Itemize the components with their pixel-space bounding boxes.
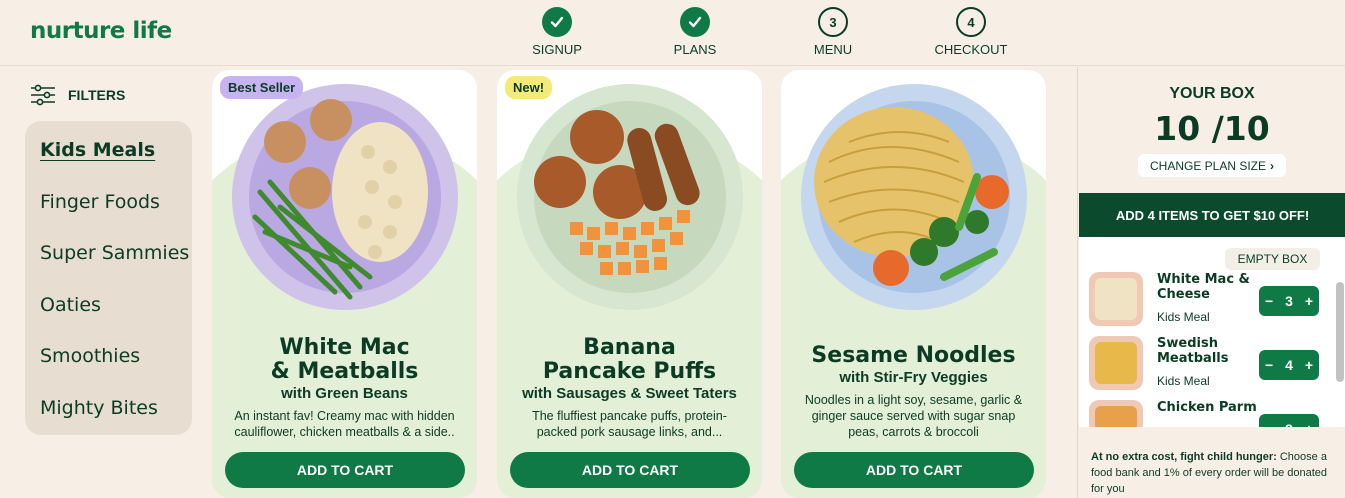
item-quantity: 4 xyxy=(1285,357,1293,373)
step-label: SIGNUP xyxy=(532,42,582,57)
quantity-stepper[interactable]: − 3 + xyxy=(1259,414,1319,427)
item-name: Swedish Meatballs xyxy=(1157,336,1229,366)
add-to-cart-button[interactable]: ADD TO CART xyxy=(225,452,465,488)
minus-icon[interactable]: − xyxy=(1265,293,1273,309)
category-finger-foods[interactable]: Finger Foods xyxy=(40,191,160,213)
filters-button[interactable]: FILTERS xyxy=(30,84,125,106)
top-header: nurture life SIGNUP PLANS 3 MENU 4 CHECK… xyxy=(0,0,1345,66)
box-item: Swedish Meatballs Kids Meal − 4 + xyxy=(1089,336,1339,396)
item-name: White Mac & Cheese xyxy=(1157,272,1250,302)
sliders-icon xyxy=(31,84,55,106)
quantity-stepper[interactable]: − 3 + xyxy=(1259,286,1319,316)
add-to-cart-button[interactable]: ADD TO CART xyxy=(510,452,750,488)
scrollbar-thumb[interactable] xyxy=(1336,282,1344,382)
box-item: White Mac & Cheese Kids Meal − 3 + xyxy=(1089,272,1339,332)
checkmark-icon xyxy=(542,7,572,37)
category-oaties[interactable]: Oaties xyxy=(40,294,101,316)
category-kids-meals[interactable]: Kids Meals xyxy=(40,139,155,161)
meal-image xyxy=(517,84,743,310)
promo-banner: ADD 4 ITEMS TO GET $10 OFF! xyxy=(1079,193,1345,237)
plus-icon[interactable]: + xyxy=(1305,357,1313,373)
box-items-list[interactable]: EMPTY BOX White Mac & Cheese Kids Meal −… xyxy=(1079,237,1345,427)
new-badge: New! xyxy=(505,76,553,99)
meal-card[interactable]: Best Seller White Mac & Meatballs with G… xyxy=(212,70,477,498)
meal-description: The fluffiest pancake puffs, protein-pac… xyxy=(532,409,727,439)
meal-title: White Mac xyxy=(279,335,410,360)
meal-image xyxy=(232,84,458,310)
checkmark-icon xyxy=(680,7,710,37)
your-box-panel: YOUR BOX 10 /10 CHANGE PLAN SIZE › ADD 4… xyxy=(1077,67,1345,498)
chevron-right-icon: › xyxy=(1270,158,1275,173)
meal-title: Banana xyxy=(583,335,676,360)
step-label: MENU xyxy=(813,42,853,57)
step-checkout[interactable]: 4 CHECKOUT xyxy=(926,7,1016,57)
step-signup[interactable]: SIGNUP xyxy=(512,7,602,57)
item-thumbnail xyxy=(1089,336,1143,390)
step-number: 4 xyxy=(956,7,986,37)
item-type: Kids Meal xyxy=(1157,310,1210,324)
minus-icon[interactable]: − xyxy=(1265,357,1273,373)
item-quantity: 3 xyxy=(1285,293,1293,309)
meal-subtitle: with Sausages & Sweet Taters xyxy=(522,385,737,402)
plus-icon[interactable]: + xyxy=(1305,421,1313,427)
box-item: Chicken Parm − 3 + xyxy=(1089,400,1339,427)
filters-label: FILTERS xyxy=(68,87,126,103)
meal-card[interactable]: Sesame Noodles with Stir-Fry Veggies Noo… xyxy=(781,70,1046,498)
step-menu[interactable]: 3 MENU xyxy=(788,7,878,57)
change-plan-label: CHANGE PLAN SIZE xyxy=(1149,158,1267,173)
quantity-stepper[interactable]: − 4 + xyxy=(1259,350,1319,380)
meal-card[interactable]: New! Banana Pancake Puffs with Sausages … xyxy=(497,70,762,498)
your-box-title: YOUR BOX xyxy=(1169,85,1255,102)
add-to-cart-button[interactable]: ADD TO CART xyxy=(794,452,1034,488)
brand-logo[interactable]: nurture life xyxy=(30,18,172,44)
meal-subtitle: with Stir-Fry Veggies xyxy=(839,369,988,386)
item-thumbnail xyxy=(1089,400,1143,427)
category-super-sammies[interactable]: Super Sammies xyxy=(40,242,189,264)
meal-title-line2: & Meatballs xyxy=(270,359,419,384)
step-number: 3 xyxy=(818,7,848,37)
item-type: Kids Meal xyxy=(1157,374,1210,388)
category-mighty-bites[interactable]: Mighty Bites xyxy=(40,397,158,419)
meal-description: Noodles in a light soy, sesame, garlic &… xyxy=(804,393,1023,439)
meal-subtitle: with Green Beans xyxy=(281,385,408,402)
meal-description: An instant fav! Creamy mac with hidden c… xyxy=(234,409,455,439)
meal-title-line2: Pancake Puffs xyxy=(542,359,717,384)
minus-icon[interactable]: − xyxy=(1265,421,1273,427)
step-label: PLANS xyxy=(673,42,717,57)
category-smoothies[interactable]: Smoothies xyxy=(40,345,140,367)
item-thumbnail xyxy=(1089,272,1143,326)
donation-note-bold: At no extra cost, fight child hunger: xyxy=(1091,451,1277,463)
step-label: CHECKOUT xyxy=(934,42,1008,57)
step-plans[interactable]: PLANS xyxy=(650,7,740,57)
item-name: Chicken Parm xyxy=(1157,400,1257,415)
box-count: 10 /10 xyxy=(1154,109,1270,148)
empty-box-button[interactable]: EMPTY BOX xyxy=(1225,248,1320,270)
best-seller-badge: Best Seller xyxy=(220,76,304,99)
donation-note: At no extra cost, fight child hunger: Ch… xyxy=(1091,449,1336,497)
plus-icon[interactable]: + xyxy=(1305,293,1313,309)
change-plan-size-button[interactable]: CHANGE PLAN SIZE › xyxy=(1138,154,1286,177)
meal-title: Sesame Noodles xyxy=(811,343,1016,368)
meal-image xyxy=(801,84,1027,310)
category-panel: Kids Meals Finger Foods Super Sammies Oa… xyxy=(25,121,192,435)
item-quantity: 3 xyxy=(1285,421,1293,427)
